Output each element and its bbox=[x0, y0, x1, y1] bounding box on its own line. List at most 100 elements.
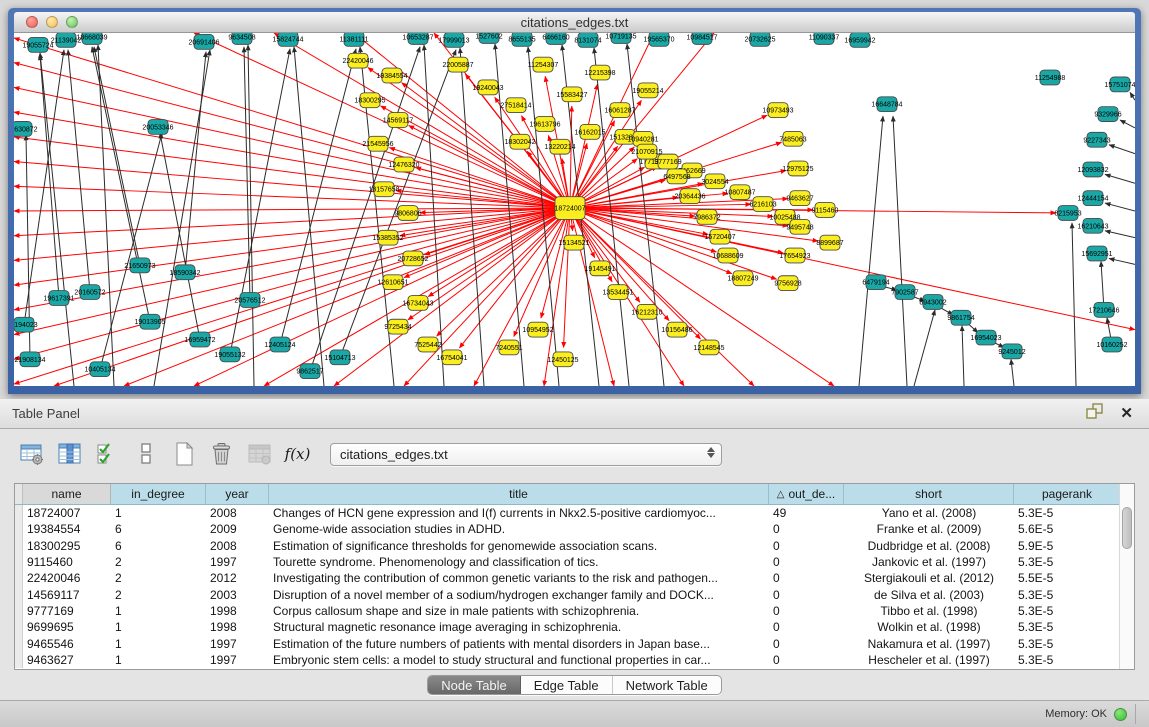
graph-node[interactable]: 9329966 bbox=[1094, 107, 1121, 122]
graph-node[interactable]: 11090337 bbox=[809, 33, 840, 44]
close-panel-icon[interactable]: ✕ bbox=[1120, 406, 1133, 421]
graph-node[interactable]: 15692951 bbox=[1081, 246, 1112, 261]
graph-node[interactable]: 18807249 bbox=[727, 271, 758, 286]
graph-node[interactable]: 8655135 bbox=[508, 33, 535, 46]
graph-node[interactable]: 11254988 bbox=[1035, 70, 1066, 85]
graph-node[interactable]: 9862517 bbox=[296, 364, 323, 379]
graph-node[interactable]: 15751074 bbox=[1104, 77, 1135, 92]
graph-node[interactable]: 9777169 bbox=[654, 154, 681, 169]
window-titlebar[interactable]: citations_edges.txt bbox=[14, 12, 1135, 33]
graph-node[interactable]: 12975125 bbox=[782, 161, 813, 176]
black-edge[interactable] bbox=[92, 47, 150, 322]
function-builder-icon[interactable]: f(x) bbox=[282, 439, 313, 469]
table-row[interactable]: 1456911722003Disruption of a novel membe… bbox=[15, 586, 1121, 602]
black-edge[interactable] bbox=[340, 50, 456, 358]
graph-node[interactable]: 8131074 bbox=[574, 33, 601, 47]
tab-edge-table[interactable]: Edge Table bbox=[521, 676, 613, 694]
graph-node[interactable]: 19384554 bbox=[376, 68, 407, 83]
delete-columns-icon[interactable] bbox=[206, 439, 237, 469]
graph-node[interactable]: 19055214 bbox=[632, 83, 663, 98]
red-edge[interactable] bbox=[14, 208, 570, 359]
table-row[interactable]: 1938455462009Genome-wide association stu… bbox=[15, 521, 1121, 537]
graph-node[interactable]: 6216103 bbox=[749, 197, 776, 212]
black-edge[interactable] bbox=[914, 310, 935, 386]
black-edge[interactable] bbox=[1130, 92, 1135, 100]
scrollbar-thumb[interactable] bbox=[1122, 507, 1132, 549]
graph-node[interactable]: 16162015 bbox=[574, 124, 605, 139]
graph-node[interactable]: 12610651 bbox=[377, 275, 408, 290]
black-edge[interactable] bbox=[1105, 231, 1135, 238]
graph-node[interactable]: 12450125 bbox=[547, 352, 578, 367]
graph-node[interactable]: 10807487 bbox=[724, 185, 755, 200]
black-edge[interactable] bbox=[160, 133, 200, 340]
table-row[interactable]: 977716911998Corpus callosum shape and si… bbox=[15, 603, 1121, 619]
tab-node-table[interactable]: Node Table bbox=[428, 676, 521, 694]
graph-node[interactable]: 7240551 bbox=[495, 340, 522, 355]
table-selector-dropdown[interactable]: citations_edges.txt bbox=[330, 443, 722, 466]
column-header-indegree[interactable]: in_degree bbox=[111, 484, 206, 504]
graph-node[interactable]: 11381111 bbox=[339, 33, 368, 46]
graph-node[interactable]: 7986372 bbox=[693, 210, 720, 225]
network-graph[interactable]: 1905572421139042186680392069140696345081… bbox=[14, 33, 1135, 386]
black-edge[interactable] bbox=[1105, 203, 1135, 211]
graph-node[interactable]: 9495748 bbox=[786, 219, 813, 234]
float-window-icon[interactable] bbox=[1086, 403, 1104, 424]
table-row[interactable]: 2242004622012Investigating the contribut… bbox=[15, 570, 1121, 586]
graph-node[interactable]: 19055724 bbox=[22, 37, 53, 52]
graph-node[interactable]: 20364436 bbox=[674, 189, 705, 204]
graph-node[interactable]: 8943002 bbox=[919, 295, 946, 310]
black-edge[interactable] bbox=[859, 116, 883, 386]
black-edge[interactable] bbox=[40, 55, 59, 298]
graph-node[interactable]: 10719135 bbox=[605, 33, 636, 43]
black-edge[interactable] bbox=[1109, 258, 1135, 264]
graph-node[interactable]: 20732625 bbox=[744, 33, 775, 46]
black-edge[interactable] bbox=[962, 326, 964, 386]
graph-node[interactable]: 8899687 bbox=[816, 235, 843, 250]
column-header-year[interactable]: year bbox=[206, 484, 269, 504]
graph-node[interactable]: 10156486 bbox=[661, 322, 692, 337]
graph-node[interactable]: 22420046 bbox=[342, 53, 373, 68]
graph-node[interactable]: 16734043 bbox=[402, 296, 433, 311]
network-canvas[interactable]: 1905572421139042186680392069140696345081… bbox=[14, 33, 1135, 386]
black-edge[interactable] bbox=[1072, 223, 1076, 386]
graph-node[interactable]: 10160252 bbox=[1096, 337, 1127, 352]
graph-node[interactable]: 6466160 bbox=[542, 33, 569, 44]
delete-table-icon[interactable] bbox=[244, 439, 275, 469]
graph-node[interactable]: 15583427 bbox=[556, 87, 587, 102]
graph-node[interactable]: 21650973 bbox=[124, 258, 155, 273]
minimize-window-button[interactable] bbox=[46, 16, 58, 28]
graph-node[interactable]: 21908134 bbox=[14, 352, 45, 367]
graph-node[interactable]: 22005887 bbox=[442, 57, 473, 72]
column-header-short[interactable]: short bbox=[844, 484, 1014, 504]
red-edge[interactable] bbox=[14, 162, 570, 208]
close-window-button[interactable] bbox=[26, 16, 38, 28]
graph-node[interactable]: 9725434 bbox=[384, 319, 411, 334]
graph-node[interactable]: 18300295 bbox=[354, 93, 385, 108]
graph-node[interactable]: 9806806 bbox=[394, 206, 421, 221]
new-column-icon[interactable] bbox=[168, 439, 199, 469]
graph-hub-node[interactable]: 18724007 bbox=[554, 197, 585, 220]
graph-node[interactable]: 20053346 bbox=[142, 120, 173, 135]
graph-node[interactable]: 9245012 bbox=[998, 344, 1025, 359]
table-vertical-scrollbar[interactable] bbox=[1119, 484, 1134, 669]
graph-node[interactable]: 10688609 bbox=[712, 248, 743, 263]
graph-node[interactable]: 16959942 bbox=[844, 33, 875, 47]
graph-node[interactable]: 20691406 bbox=[188, 34, 219, 49]
table-row[interactable]: 1872400712008Changes of HCN gene express… bbox=[15, 505, 1121, 521]
black-edge[interactable] bbox=[1105, 174, 1135, 183]
column-header-title[interactable]: title bbox=[269, 484, 769, 504]
show-columns-icon[interactable] bbox=[54, 439, 85, 469]
red-edge[interactable] bbox=[437, 208, 570, 336]
graph-node[interactable]: 17210646 bbox=[1088, 302, 1119, 317]
table-row[interactable]: 946554611997Estimation of the future num… bbox=[15, 635, 1121, 651]
black-edge[interactable] bbox=[68, 50, 90, 292]
graph-node[interactable]: 9861754 bbox=[947, 310, 974, 325]
graph-node[interactable]: 10653287 bbox=[402, 33, 433, 44]
graph-node[interactable]: 16212310 bbox=[631, 304, 662, 319]
graph-node[interactable]: 27518414 bbox=[500, 98, 531, 113]
graph-node[interactable]: 7902587 bbox=[891, 285, 918, 300]
table-row[interactable]: 1830029562008Estimation of significance … bbox=[15, 538, 1121, 554]
column-header-outde[interactable]: △out_de... bbox=[769, 484, 844, 504]
graph-node[interactable]: 9634508 bbox=[228, 33, 255, 44]
graph-node[interactable]: 6497568 bbox=[663, 169, 690, 184]
